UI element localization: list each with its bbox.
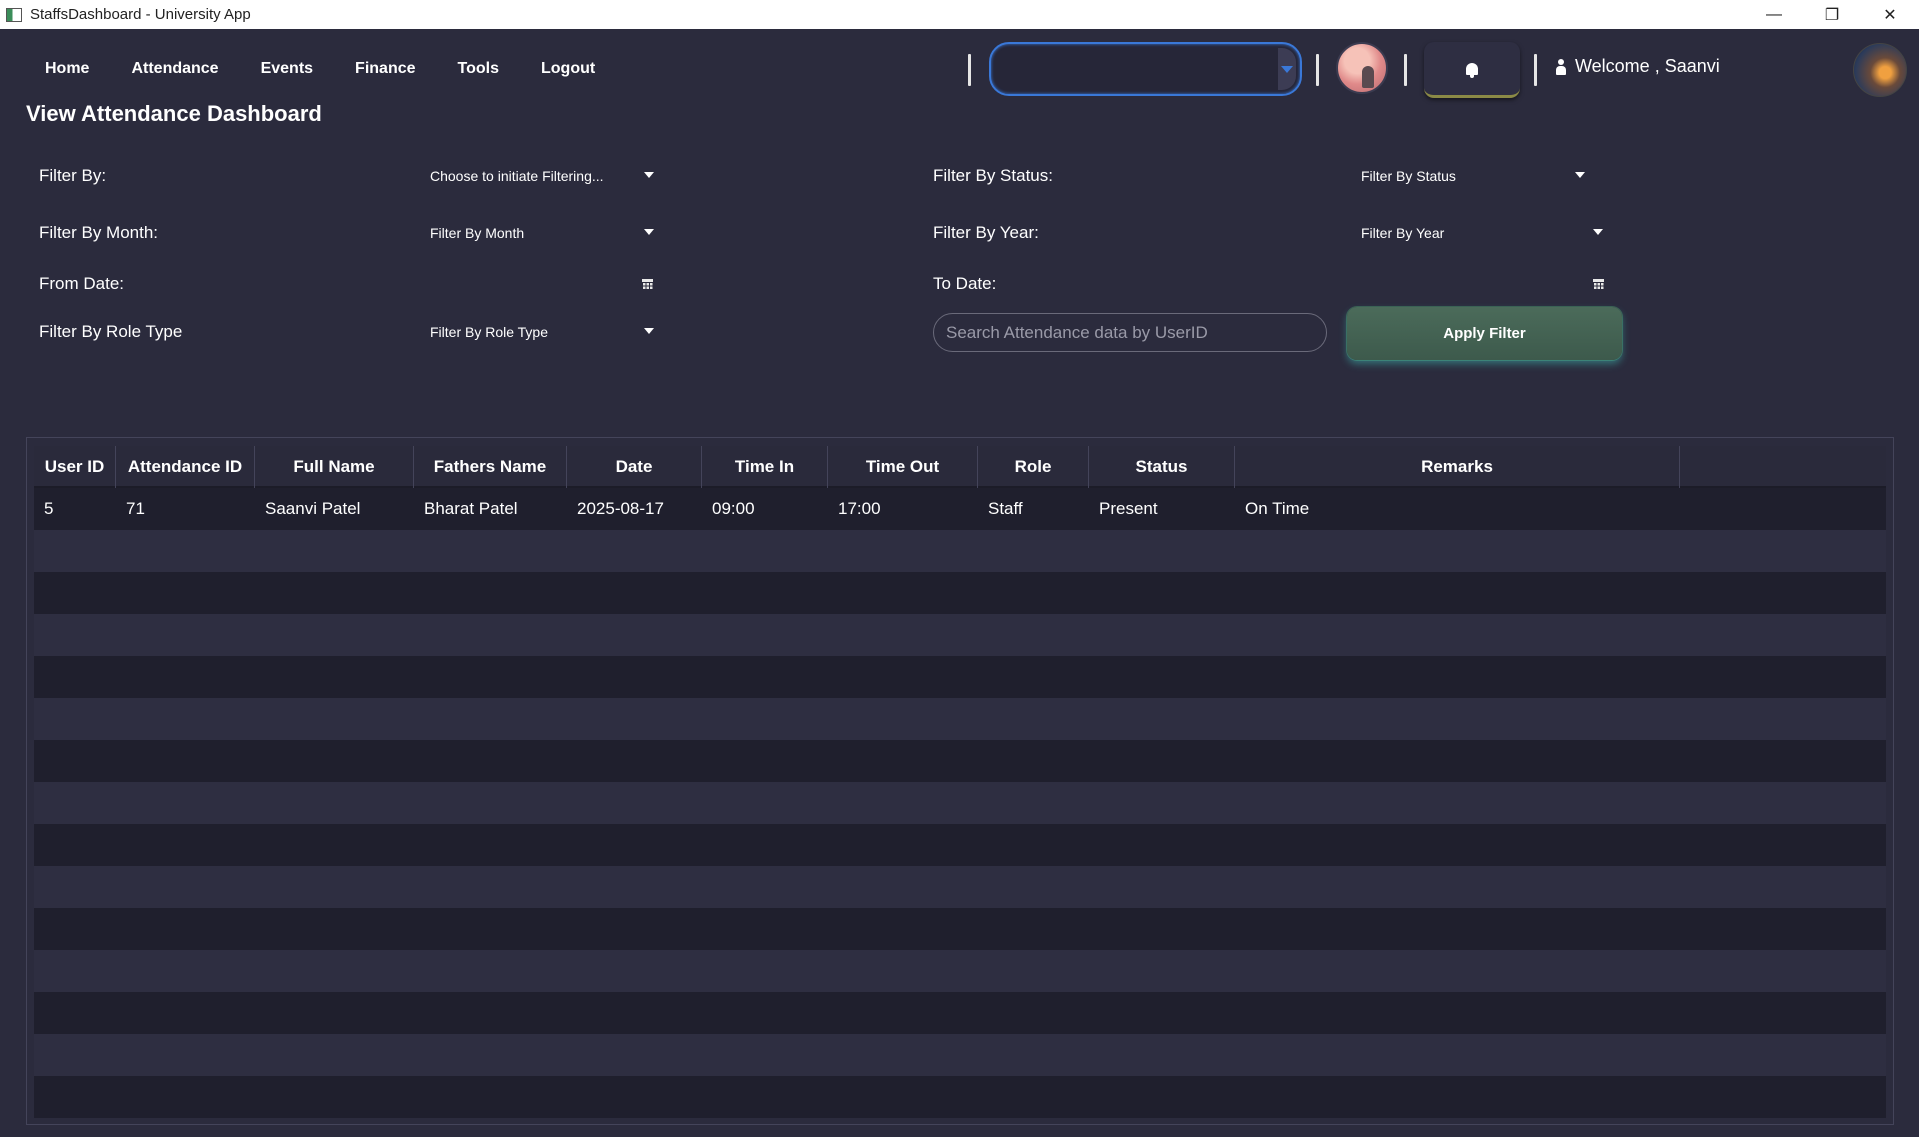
chevron-down-icon [1575,172,1585,178]
filter-by-label: Filter By: [39,166,107,185]
divider [1404,54,1407,86]
empty-table-row [34,782,1886,824]
empty-table-row [34,866,1886,908]
chevron-down-icon [1593,229,1603,235]
welcome-text: Welcome , Saanvi [1575,56,1720,76]
filter-year-dropdown[interactable]: Filter By Year [1361,220,1605,246]
nav-links: Home Attendance Events Finance Tools Log… [24,57,616,81]
filter-month-value: Filter By Month [430,225,525,241]
cell-full-name: Saanvi Patel [265,499,361,518]
cell-time-out: 17:00 [838,499,881,518]
filter-role-label: Filter By Role Type [39,322,183,341]
empty-table-row [34,1034,1886,1076]
app-icon [6,7,22,22]
filter-year-value: Filter By Year [1361,225,1445,241]
userid-search-input[interactable] [933,313,1327,352]
filter-status-value: Filter By Status [1361,168,1456,184]
empty-table-row [34,992,1886,1034]
cell-time-in: 09:00 [712,499,755,518]
empty-table-row [34,740,1886,782]
calendar-icon[interactable] [1593,279,1604,290]
close-button[interactable]: ✕ [1861,0,1919,29]
cell-attendance-id: 71 [126,499,145,518]
column-header-fathers-name[interactable]: Fathers Name [414,446,567,488]
empty-table-row [34,572,1886,614]
filter-status-label: Filter By Status: [933,166,1053,185]
column-header-full-name[interactable]: Full Name [255,446,414,488]
filter-year-label: Filter By Year: [933,223,1039,242]
column-header-attendance-id[interactable]: Attendance ID [116,446,255,488]
filter-by-dropdown[interactable]: Choose to initiate Filtering... [430,163,656,189]
filter-status-dropdown[interactable]: Filter By Status [1361,163,1587,189]
cell-remarks: On Time [1245,499,1310,518]
nav-attendance[interactable]: Attendance [110,57,239,81]
empty-table-row [34,908,1886,950]
from-date-label: From Date: [39,274,125,293]
nav-logout[interactable]: Logout [520,57,616,81]
restore-button[interactable]: ❐ [1803,0,1861,29]
cell-role: Staff [988,499,1023,518]
table-row[interactable]: 5 71 Saanvi Patel Bharat Patel 2025-08-1… [34,488,1886,530]
column-header-date[interactable]: Date [567,446,702,488]
nav-tools[interactable]: Tools [437,57,520,81]
person-icon [1555,58,1567,75]
cell-fathers-name: Bharat Patel [424,499,518,518]
table-header: User ID Attendance ID Full Name Fathers … [34,446,1886,488]
cell-date: 2025-08-17 [577,499,664,518]
cell-status: Present [1099,499,1158,518]
filter-by-value: Choose to initiate Filtering... [430,168,604,184]
filter-role-dropdown[interactable]: Filter By Role Type [430,319,656,345]
filter-month-dropdown[interactable]: Filter By Month [430,220,656,246]
column-header-user-id[interactable]: User ID [34,446,116,488]
apply-filter-button[interactable]: Apply Filter [1347,307,1622,360]
window-title: StaffsDashboard - University App [30,6,251,23]
column-header-status[interactable]: Status [1089,446,1235,488]
profile-avatar[interactable] [1853,43,1907,97]
divider [968,54,971,86]
attendance-table: User ID Attendance ID Full Name Fathers … [34,446,1886,1118]
chevron-down-icon [644,229,654,235]
nav-events[interactable]: Events [240,57,334,81]
chevron-down-icon[interactable] [1278,48,1296,90]
nav-combo-box[interactable] [989,42,1302,96]
empty-table-row [34,698,1886,740]
column-header-remarks[interactable]: Remarks [1235,446,1680,488]
bell-icon [1466,62,1478,78]
nav-finance[interactable]: Finance [334,57,436,81]
empty-table-row [34,824,1886,866]
empty-table-row [34,530,1886,572]
cell-user-id: 5 [44,499,54,518]
top-nav: Home Attendance Events Finance Tools Log… [0,29,1919,111]
page-title: View Attendance Dashboard [26,101,322,126]
column-header-time-out[interactable]: Time Out [828,446,978,488]
filter-month-label: Filter By Month: [39,223,159,242]
welcome-message: Welcome , Saanvi [1555,56,1720,77]
empty-table-row [34,1076,1886,1118]
window-controls: — ❐ ✕ [1745,0,1919,29]
from-date-picker[interactable] [430,270,656,296]
attendance-table-container: User ID Attendance ID Full Name Fathers … [26,437,1894,1125]
empty-table-row [34,614,1886,656]
chevron-down-icon [644,328,654,334]
chevron-down-icon [644,172,654,178]
divider [1534,54,1537,86]
column-header-time-in[interactable]: Time In [702,446,828,488]
minimize-button[interactable]: — [1745,0,1803,29]
to-date-label: To Date: [933,274,997,293]
notifications-button[interactable] [1424,42,1520,98]
column-header-filler [1680,446,1886,488]
filter-role-value: Filter By Role Type [430,324,549,340]
divider [1316,54,1319,86]
empty-table-row [34,950,1886,992]
calendar-icon[interactable] [642,279,653,290]
to-date-picker[interactable] [1361,270,1605,296]
nav-home[interactable]: Home [24,57,110,81]
window-titlebar: StaffsDashboard - University App — ❐ ✕ [0,0,1919,29]
user-avatar[interactable] [1336,42,1388,94]
column-header-role[interactable]: Role [978,446,1089,488]
empty-table-row [34,656,1886,698]
